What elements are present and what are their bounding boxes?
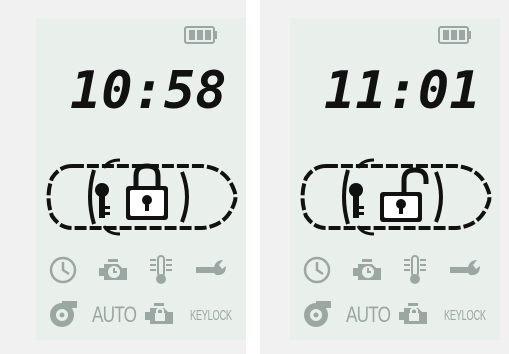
engine-lock-icon — [396, 298, 430, 330]
key-icon — [95, 183, 110, 218]
battery-icon — [184, 26, 217, 44]
battery-icon — [438, 26, 471, 44]
padlock-locked-icon — [126, 163, 168, 220]
car-top-view — [300, 158, 492, 236]
lcd-display-left: 10:58 AUTO KEYLOCK — [36, 18, 246, 340]
status-icon-row-2: AUTO KEYLOCK — [298, 298, 496, 330]
keylock-label: KEYLOCK — [444, 307, 486, 324]
wrench-icon — [194, 254, 228, 286]
time-text: 11:01 — [324, 61, 481, 116]
panel-divider — [246, 0, 260, 354]
wrench-icon — [448, 254, 482, 286]
padlock-unlocked-icon — [380, 167, 429, 222]
time-display: 11:01 — [324, 61, 481, 116]
time-text: 10:58 — [70, 61, 227, 116]
turbo-icon — [46, 298, 80, 330]
clock-icon — [46, 254, 80, 286]
status-icon-row-1 — [44, 254, 242, 286]
engine-timer-icon — [96, 254, 130, 286]
car-top-view — [46, 158, 238, 236]
auto-label: AUTO — [346, 302, 391, 327]
turbo-icon — [300, 298, 334, 330]
status-icon-row-2: AUTO KEYLOCK — [44, 298, 242, 330]
time-display: 10:58 — [70, 61, 227, 116]
temperature-icon — [144, 254, 178, 286]
temperature-icon — [398, 254, 432, 286]
engine-timer-icon — [350, 254, 384, 286]
keylock-label: KEYLOCK — [190, 307, 232, 324]
status-icon-row-1 — [298, 254, 496, 286]
key-icon — [349, 183, 364, 218]
auto-label: AUTO — [92, 302, 137, 327]
engine-lock-icon — [142, 298, 176, 330]
clock-icon — [300, 254, 334, 286]
lcd-display-right: 11:01 AUTO KEYLOCK — [290, 18, 500, 340]
